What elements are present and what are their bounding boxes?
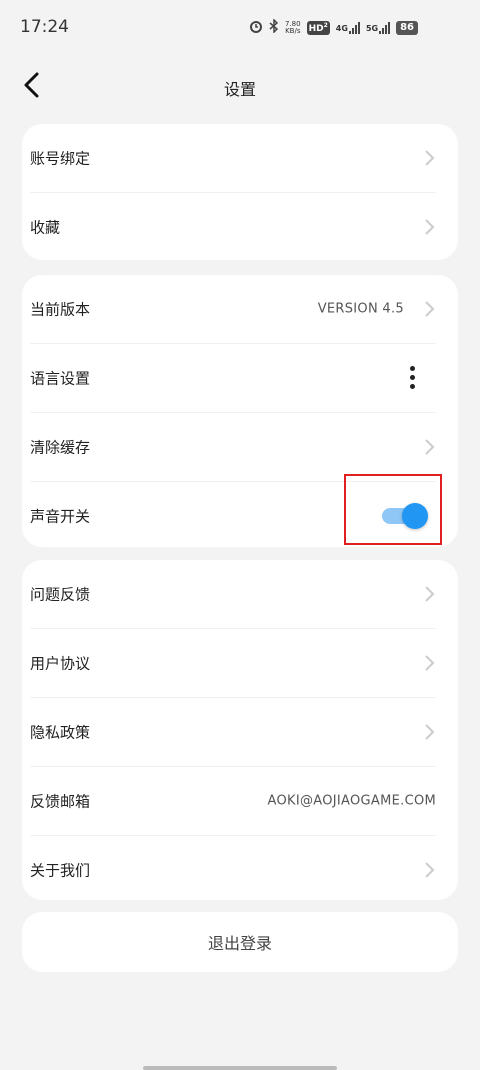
account-card: 账号绑定 收藏 [22, 124, 458, 260]
info-card: 问题反馈 用户协议 隐私政策 反馈邮箱 AOKI@AOJIAOGAME.COM … [22, 560, 458, 900]
net-speed: 7.80 KB/s [285, 19, 301, 35]
account-binding-label: 账号绑定 [30, 149, 91, 168]
row-language[interactable]: 语言设置 [30, 344, 436, 413]
top-app-bar: 设置 [0, 56, 480, 116]
favorites-label: 收藏 [30, 218, 61, 237]
row-about[interactable]: 关于我们 [30, 836, 436, 904]
battery-icon: 86 [396, 20, 418, 35]
chevron-right-icon [425, 301, 435, 317]
signal-4g-icon: 4G [336, 21, 360, 34]
status-bar: 17:24 7.80 KB/s HD2 4G 5G 86 [0, 0, 480, 56]
page-title: 设置 [223, 80, 256, 99]
row-user-agreement[interactable]: 用户协议 [30, 629, 436, 698]
more-vert-icon[interactable] [410, 366, 416, 390]
hd-voice-icon: HD2 [306, 20, 330, 35]
chevron-right-icon [425, 724, 435, 740]
chevron-right-icon [425, 439, 435, 455]
chevron-right-icon [425, 862, 435, 878]
chevron-right-icon [425, 586, 435, 602]
user-agreement-label: 用户协议 [30, 654, 91, 673]
highlight-box [344, 474, 442, 545]
version-label: 当前版本 [30, 300, 91, 319]
feedback-label: 问题反馈 [30, 585, 91, 604]
home-indicator[interactable] [143, 1066, 337, 1070]
row-clear-cache[interactable]: 清除缓存 [30, 413, 436, 482]
row-feedback-email[interactable]: 反馈邮箱 AOKI@AOJIAOGAME.COM [30, 767, 436, 836]
row-privacy[interactable]: 隐私政策 [30, 698, 436, 767]
feedback-email-label: 反馈邮箱 [30, 792, 91, 811]
row-account-binding[interactable]: 账号绑定 [30, 124, 436, 193]
bluetooth-icon [269, 18, 279, 37]
chevron-right-icon [425, 150, 435, 166]
signal-5g-icon: 5G [366, 21, 391, 34]
logout-button[interactable]: 退出登录 [22, 912, 458, 972]
about-label: 关于我们 [30, 861, 91, 880]
chevron-right-icon [425, 219, 435, 235]
privacy-label: 隐私政策 [30, 723, 91, 742]
chevron-right-icon [425, 655, 435, 671]
sound-label: 声音开关 [30, 507, 91, 526]
row-favorites[interactable]: 收藏 [30, 193, 436, 261]
feedback-email-value: AOKI@AOJIAOGAME.COM [267, 793, 436, 809]
language-label: 语言设置 [30, 369, 91, 388]
clear-cache-label: 清除缓存 [30, 438, 91, 457]
version-value: VERSION 4.5 [317, 301, 404, 317]
row-version[interactable]: 当前版本 VERSION 4.5 [30, 275, 436, 344]
status-icons: 7.80 KB/s HD2 4G 5G 86 [249, 18, 418, 37]
status-time: 17:24 [20, 17, 69, 37]
alarm-icon [249, 18, 263, 37]
row-feedback[interactable]: 问题反馈 [30, 560, 436, 629]
